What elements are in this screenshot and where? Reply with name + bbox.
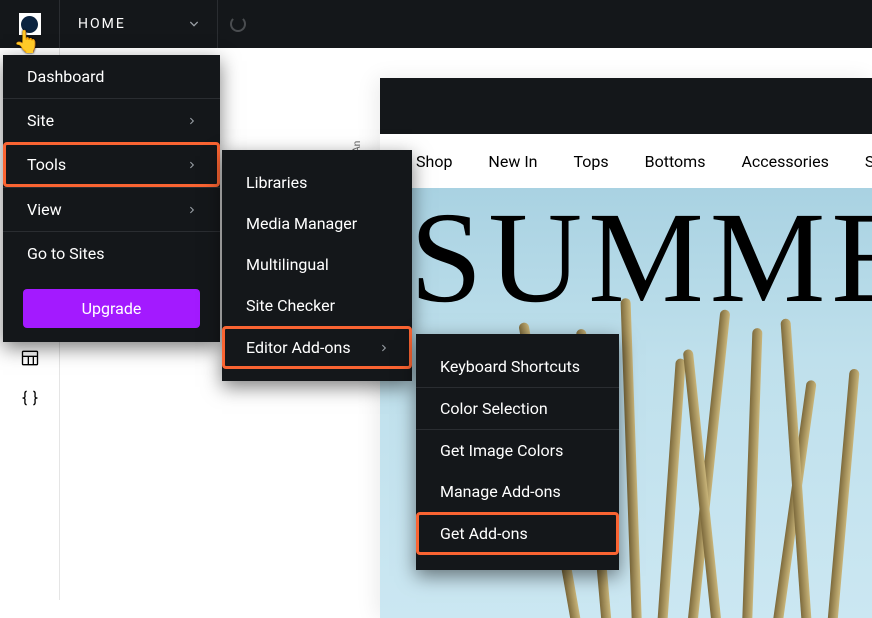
app-logo-button[interactable]	[0, 0, 60, 48]
submenu-item-media-manager[interactable]: Media Manager	[222, 203, 412, 244]
site-nav: Shop New In Tops Bottoms Accessories S	[380, 134, 872, 188]
chevron-right-icon	[188, 159, 196, 171]
site-header-band	[380, 78, 872, 134]
nav-item[interactable]: Tops	[574, 152, 609, 171]
nav-item[interactable]: Bottoms	[645, 152, 706, 171]
submenu-item-label: Site Checker	[246, 296, 335, 315]
menu-item-tools[interactable]: Tools	[3, 142, 220, 187]
submenu-item-label: Media Manager	[246, 214, 357, 233]
menu-item-label: Tools	[27, 155, 66, 174]
chevron-down-icon	[189, 19, 199, 29]
tools-submenu: Libraries Media Manager Multilingual Sit…	[222, 150, 412, 381]
menu-item-label: Go to Sites	[27, 244, 105, 263]
submenu-item-editor-addons[interactable]: Editor Add-ons	[222, 326, 412, 369]
addons-item-label: Color Selection	[440, 399, 548, 418]
loading-indicator	[218, 0, 258, 48]
addons-item-manage-addons[interactable]: Manage Add-ons	[416, 471, 619, 512]
chevron-right-icon	[380, 342, 388, 354]
menu-item-label: Site	[27, 111, 54, 130]
addons-item-get-image-colors[interactable]: Get Image Colors	[416, 429, 619, 471]
submenu-item-label: Libraries	[246, 173, 307, 192]
addons-item-keyboard-shortcuts[interactable]: Keyboard Shortcuts	[416, 346, 619, 387]
submenu-item-site-checker[interactable]: Site Checker	[222, 285, 412, 326]
chevron-right-icon	[188, 115, 196, 127]
menu-item-label: View	[27, 200, 62, 219]
submenu-item-label: Multilingual	[246, 255, 329, 274]
code-braces-icon[interactable]	[19, 388, 41, 408]
top-bar: HOME	[0, 0, 872, 48]
logo-icon	[19, 13, 41, 35]
menu-item-view[interactable]: View	[3, 187, 220, 231]
page-selector-label: HOME	[78, 16, 126, 32]
upgrade-button[interactable]: Upgrade	[23, 289, 200, 328]
addons-item-color-selection[interactable]: Color Selection	[416, 387, 619, 429]
menu-item-site[interactable]: Site	[3, 98, 220, 142]
upgrade-label: Upgrade	[82, 299, 142, 318]
addons-item-label: Get Add-ons	[440, 524, 528, 543]
addons-submenu: Keyboard Shortcuts Color Selection Get I…	[416, 334, 619, 570]
addons-item-label: Keyboard Shortcuts	[440, 357, 580, 376]
nav-item[interactable]: New In	[488, 152, 537, 171]
submenu-item-label: Editor Add-ons	[246, 338, 351, 357]
addons-item-label: Manage Add-ons	[440, 482, 561, 501]
nav-item[interactable]: Accessories	[741, 152, 828, 171]
menu-item-dashboard[interactable]: Dashboard	[3, 55, 220, 98]
page-selector[interactable]: HOME	[60, 0, 218, 48]
menu-item-go-to-sites[interactable]: Go to Sites	[3, 231, 220, 275]
submenu-item-multilingual[interactable]: Multilingual	[222, 244, 412, 285]
addons-item-label: Get Image Colors	[440, 441, 563, 460]
spinner-icon	[230, 16, 246, 32]
menu-item-label: Dashboard	[27, 67, 104, 86]
nav-item[interactable]: S	[865, 152, 872, 171]
nav-item[interactable]: Shop	[416, 152, 452, 171]
chevron-right-icon	[188, 204, 196, 216]
layout-grid-icon[interactable]	[19, 348, 41, 368]
main-menu: Dashboard Site Tools View Go to Sites Up…	[3, 55, 220, 342]
submenu-item-libraries[interactable]: Libraries	[222, 162, 412, 203]
addons-item-get-addons[interactable]: Get Add-ons	[416, 512, 619, 555]
